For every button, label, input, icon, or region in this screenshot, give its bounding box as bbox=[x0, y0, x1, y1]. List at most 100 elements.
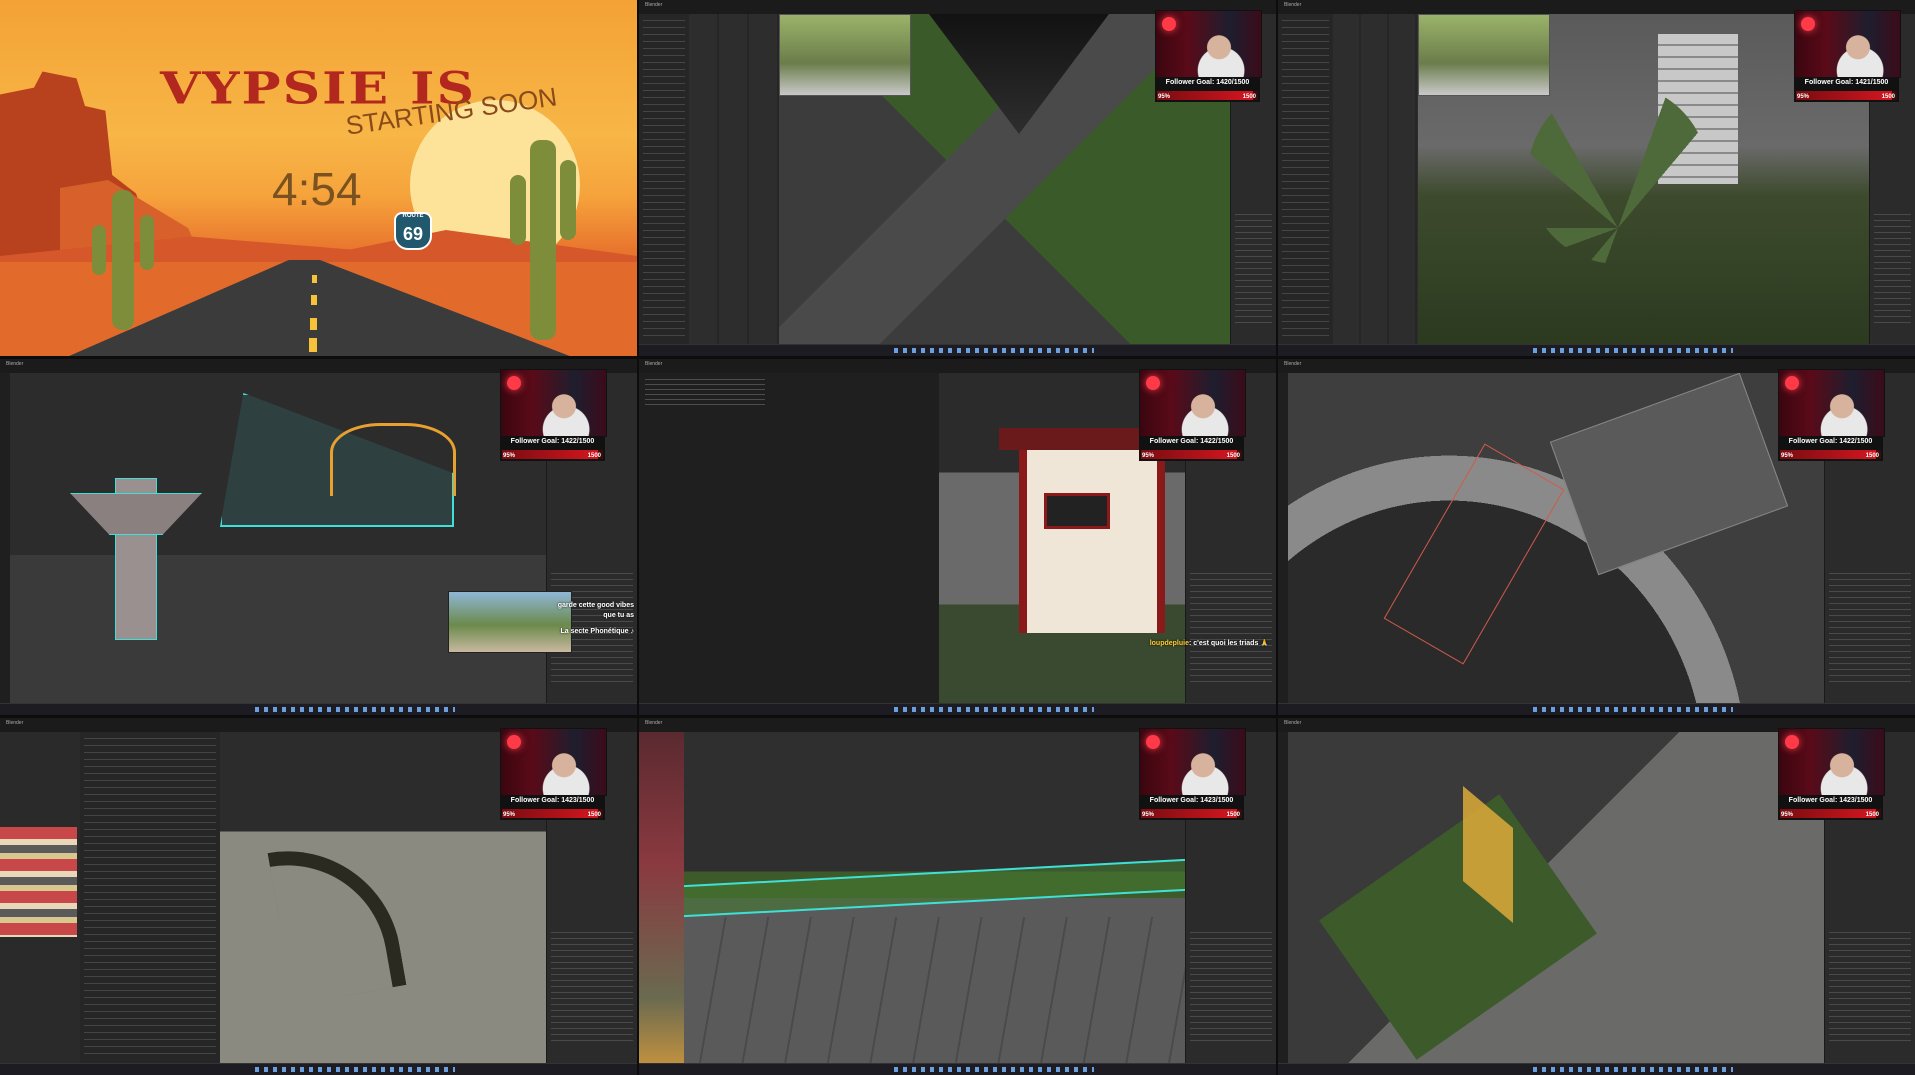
webcam-overlay bbox=[500, 369, 607, 437]
temple-window bbox=[1044, 493, 1110, 529]
follower-goal-label: Follower Goal: 1422/1500 bbox=[510, 438, 595, 445]
follower-goal-max: 1500 bbox=[1226, 812, 1240, 818]
blender-window-1: Blender Follower Goal: 1420/1500 95% 150… bbox=[639, 0, 1276, 356]
follower-goal-fill bbox=[1780, 450, 1876, 459]
cactus-arm bbox=[140, 215, 154, 270]
follower-goal-fill bbox=[1796, 91, 1892, 100]
texture-panel[interactable] bbox=[0, 732, 81, 1064]
countdown-timer: 4:54 bbox=[272, 163, 362, 215]
follower-goal-percent: 95% bbox=[1158, 94, 1171, 100]
blender-window-4: Blender loupdepluie: c'est quoi les tria… bbox=[639, 359, 1276, 715]
cactus-arm bbox=[92, 225, 106, 275]
follower-goal-max: 1500 bbox=[587, 812, 601, 818]
follower-goal-widget: Follower Goal: 1422/1500 95% 1500 bbox=[500, 437, 605, 461]
webcam-overlay bbox=[1778, 369, 1885, 437]
webcam-overlay bbox=[500, 728, 607, 796]
tool-shelf[interactable] bbox=[1278, 732, 1288, 1064]
follower-goal-fill bbox=[1157, 91, 1253, 100]
3d-viewport[interactable] bbox=[10, 373, 547, 704]
follower-goal-widget: Follower Goal: 1422/1500 95% 1500 bbox=[1778, 437, 1883, 461]
follower-goal-label: Follower Goal: 1422/1500 bbox=[1149, 438, 1234, 445]
webcam-overlay bbox=[1778, 728, 1885, 796]
file-tree-panel[interactable] bbox=[639, 14, 690, 345]
route-shield-icon: ROUTE 69 bbox=[394, 212, 432, 250]
text-editor[interactable] bbox=[639, 373, 940, 704]
window-title: Blender bbox=[6, 361, 24, 367]
follower-goal-label: Follower Goal: 1420/1500 bbox=[1165, 79, 1250, 86]
follower-goal-max: 1500 bbox=[1865, 453, 1879, 459]
follower-goal-widget: Follower Goal: 1423/1500 95% 1500 bbox=[1139, 796, 1244, 820]
window-title: Blender bbox=[645, 720, 663, 726]
chat-message-text: La secte Phonétique ♪ bbox=[560, 628, 634, 635]
follower-goal-percent: 95% bbox=[1142, 453, 1155, 459]
temple-roof-edge bbox=[999, 428, 1159, 450]
follower-goal-label: Follower Goal: 1422/1500 bbox=[1788, 438, 1873, 445]
follower-goal-fill bbox=[1141, 809, 1237, 818]
wireframe-bracket bbox=[70, 493, 202, 535]
taskbar bbox=[639, 703, 1276, 715]
3d-viewport[interactable] bbox=[1288, 373, 1825, 704]
route-shield-label: ROUTE bbox=[402, 213, 424, 219]
agave-plant-model bbox=[1528, 84, 1708, 264]
3d-viewport[interactable] bbox=[684, 732, 1186, 1064]
route-shield-number: 69 bbox=[402, 224, 424, 244]
chat-message-text: garde cette good vibes que tu as bbox=[557, 602, 634, 619]
window-title: Blender bbox=[1284, 720, 1302, 726]
webcam-overlay bbox=[1139, 728, 1246, 796]
pavement-model bbox=[684, 917, 1186, 1064]
follower-goal-max: 1500 bbox=[1881, 94, 1895, 100]
webcam-overlay bbox=[1139, 369, 1246, 437]
taskbar bbox=[1278, 344, 1915, 356]
road-marking bbox=[312, 275, 317, 283]
selected-beam bbox=[330, 423, 456, 496]
tool-shelf[interactable] bbox=[0, 373, 10, 704]
follower-goal-fill bbox=[1780, 809, 1876, 818]
follower-goal-max: 1500 bbox=[1865, 812, 1879, 818]
follower-goal-widget: Follower Goal: 1420/1500 95% 1500 bbox=[1155, 78, 1260, 102]
follower-goal-widget: Follower Goal: 1422/1500 95% 1500 bbox=[1139, 437, 1244, 461]
window-title: Blender bbox=[1284, 361, 1302, 367]
3d-viewport[interactable] bbox=[1288, 732, 1825, 1064]
asset-browser[interactable] bbox=[689, 14, 780, 345]
webcam-overlay bbox=[1794, 10, 1901, 78]
taskbar bbox=[639, 1063, 1276, 1075]
taskbar bbox=[639, 344, 1276, 356]
follower-goal-percent: 95% bbox=[1797, 94, 1810, 100]
road-marking bbox=[310, 318, 317, 330]
follower-goal-label: Follower Goal: 1423/1500 bbox=[1788, 797, 1873, 804]
blender-window-3: Blender garde cette good vibes que tu as… bbox=[0, 359, 637, 715]
follower-goal-label: Follower Goal: 1423/1500 bbox=[510, 797, 595, 804]
blender-window-6: Blender Follower Goal: 1423/1500 95% 150… bbox=[0, 718, 637, 1075]
window-title: Blender bbox=[6, 720, 24, 726]
window-title: Blender bbox=[645, 2, 663, 8]
chat-username: loupdepluie bbox=[1149, 640, 1189, 647]
tool-shelf[interactable] bbox=[1278, 373, 1288, 704]
chat-message: La secte Phonétique ♪ bbox=[554, 627, 634, 637]
rooftop-surface bbox=[929, 14, 1109, 134]
follower-goal-fill bbox=[502, 450, 598, 459]
starting-soon-card: VYPSIE IS STARTING SOON 4:54 ROUTE 69 bbox=[0, 0, 637, 356]
blender-window-8: Blender Follower Goal: 1423/1500 95% 150… bbox=[1278, 718, 1915, 1075]
cactus-illustration bbox=[530, 140, 556, 340]
3d-viewport[interactable] bbox=[220, 732, 547, 1064]
follower-goal-fill bbox=[502, 809, 598, 818]
taskbar bbox=[0, 1063, 637, 1075]
window-title: Blender bbox=[1284, 2, 1302, 8]
texture-panel[interactable] bbox=[639, 732, 685, 1064]
cactus-illustration bbox=[112, 190, 134, 330]
chat-message: loupdepluie: c'est quoi les triads 🙏 bbox=[1149, 639, 1269, 649]
follower-goal-max: 1500 bbox=[587, 453, 601, 459]
shader-panel[interactable] bbox=[80, 732, 221, 1064]
asset-browser[interactable] bbox=[1333, 14, 1419, 345]
file-tree-panel[interactable] bbox=[1278, 14, 1334, 345]
blender-window-5: Blender Follower Goal: 1422/1500 95% 150… bbox=[1278, 359, 1915, 715]
follower-goal-percent: 95% bbox=[1142, 812, 1155, 818]
follower-goal-widget: Follower Goal: 1423/1500 95% 1500 bbox=[500, 796, 605, 820]
follower-goal-widget: Follower Goal: 1423/1500 95% 1500 bbox=[1778, 796, 1883, 820]
follower-goal-fill bbox=[1141, 450, 1237, 459]
cactus-arm bbox=[560, 160, 576, 240]
taskbar bbox=[1278, 1063, 1915, 1075]
follower-goal-max: 1500 bbox=[1226, 453, 1240, 459]
follower-goal-label: Follower Goal: 1423/1500 bbox=[1149, 797, 1234, 804]
curb-model bbox=[267, 833, 407, 1005]
